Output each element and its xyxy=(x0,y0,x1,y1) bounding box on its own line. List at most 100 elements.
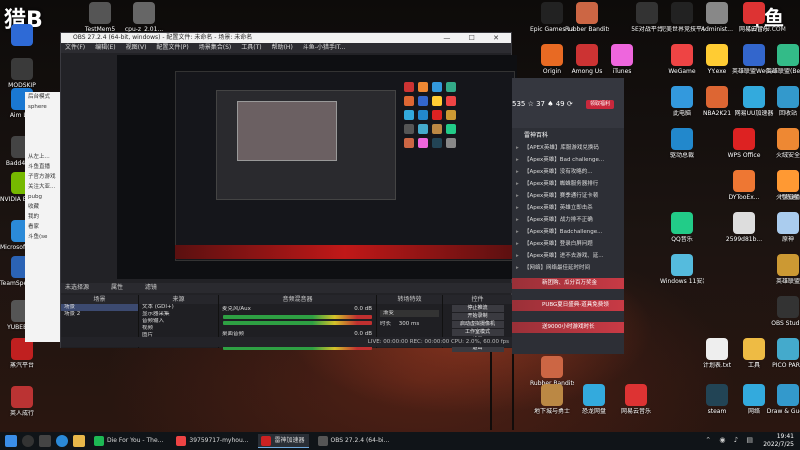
scene-item[interactable]: 场景 xyxy=(61,304,138,311)
volume-slider[interactable] xyxy=(223,321,372,325)
edge-icon[interactable] xyxy=(56,435,68,447)
tray-icons[interactable]: ⌃ ◉ ♪ ▤ xyxy=(705,436,756,444)
desktop-icon[interactable]: 代练通 xyxy=(766,170,800,201)
wiki-link[interactable]: 【Apex英雄】进不去游戏、延... xyxy=(512,250,624,262)
desktop-icon[interactable]: 回收站 xyxy=(766,86,800,117)
source-item[interactable]: 文本 (GDI+) xyxy=(139,304,218,311)
obs-window[interactable]: OBS 27.2.4 (64-bit, windows) - 配置文件: 未命名… xyxy=(60,32,517,352)
desktop-icon[interactable] xyxy=(0,24,44,48)
wiki-link[interactable]: 【Apex英雄】没有攻略的... xyxy=(512,166,624,178)
desktop-icon[interactable]: 原神 xyxy=(766,212,800,243)
obs-menu-item[interactable]: 编辑(E) xyxy=(95,43,115,53)
explorer-icon[interactable] xyxy=(73,435,85,447)
desktop-icon[interactable]: 蒸汽平台 xyxy=(0,338,44,369)
obs-menu-item[interactable]: 场景集合(S) xyxy=(199,43,232,53)
transition-type[interactable]: 渐变 xyxy=(380,310,439,317)
wiki-link[interactable]: 【Apex英雄】蜘蛛服务器排行 xyxy=(512,178,624,190)
wiki-link[interactable]: 【Apex英雄】Bad challenge... xyxy=(512,154,624,166)
wiki-link[interactable]: 【网络】网络最佳延时时间 xyxy=(512,262,624,274)
chat-list-item[interactable] xyxy=(25,122,64,132)
control-button[interactable]: 开始录制 xyxy=(451,313,504,320)
wiki-link[interactable]: 【Apex英雄】英雄立即击杀 xyxy=(512,202,624,214)
clock[interactable]: 19:41 2022/7/25 xyxy=(763,433,794,449)
chat-list-item[interactable]: pubg xyxy=(25,192,64,202)
source-item[interactable]: 音频输入 xyxy=(139,318,218,325)
filters-button[interactable]: 滤镜 xyxy=(145,283,157,293)
duration-value[interactable]: 300 ms xyxy=(399,321,419,327)
wiki-link[interactable]: 【Apex英雄】Badchallenge... xyxy=(512,226,624,238)
desktop-icon[interactable]: PICO PARK xyxy=(766,338,800,369)
obs-menu-item[interactable]: 配置文件(P) xyxy=(156,43,188,53)
chat-list-item[interactable]: 我的 xyxy=(25,212,64,222)
leishen-accelerator-window[interactable]: 535 ☆ 37 ♠ 49 ⟳ 领取福利 雷神百科 【APEX英雄】库服游戏兑换… xyxy=(512,78,624,354)
obs-menu-item[interactable]: 斗鱼-小猎手IT... xyxy=(303,43,346,53)
desktop-icon[interactable]: 2599d81b... xyxy=(722,212,766,243)
wiki-link[interactable]: 【Apex英雄】赛季通行证卡顿 xyxy=(512,190,624,202)
desktop-icon[interactable]: 地下城与勇士 xyxy=(530,384,574,415)
control-button[interactable]: 工作室模式 xyxy=(451,329,504,336)
promo-banner[interactable]: PUBG夏日盛典-道具免费领 xyxy=(512,300,624,311)
chat-list-item[interactable]: 后台模式 xyxy=(25,92,64,102)
scene-item[interactable]: 场景 2 xyxy=(61,311,138,318)
promo-banner[interactable]: 新团购、瓜分百万奖金 xyxy=(512,278,624,289)
search-icon[interactable] xyxy=(22,435,34,447)
taskbar-app[interactable]: 39759717-myhou... xyxy=(173,434,252,448)
desktop-icon[interactable]: Rubber Bandits... xyxy=(565,2,609,33)
app-icon xyxy=(541,384,563,406)
wiki-link[interactable]: 【Apex英雄】登录白屏问题 xyxy=(512,238,624,250)
desktop-icon[interactable]: OBS Studio xyxy=(766,296,800,327)
taskbar-app[interactable]: OBS 27.2.4 (64-bi... xyxy=(315,434,394,448)
task-view-icon[interactable] xyxy=(39,435,51,447)
desktop-icon[interactable]: 英雄联盟(Beta版) xyxy=(766,44,800,75)
desktop-icon[interactable]: QQ音乐 xyxy=(660,212,704,243)
obs-menu-item[interactable]: 帮助(H) xyxy=(272,43,293,53)
wiki-link[interactable]: 【Apex英雄】战力排不正确 xyxy=(512,214,624,226)
obs-menu-item[interactable]: 文件(F) xyxy=(65,43,85,53)
obs-menu-item[interactable]: 工具(T) xyxy=(241,43,261,53)
chat-list-item[interactable]: 关注大亚... xyxy=(25,182,64,192)
desktop-icon[interactable]: Rubber Bandits... xyxy=(530,356,574,387)
desktop-icon[interactable]: WPS Office xyxy=(722,128,766,159)
chat-list-item[interactable]: 看家 xyxy=(25,222,64,232)
desktop-icon[interactable]: 英人成行 xyxy=(0,386,44,417)
desktop-icon[interactable]: Draw & Guess xyxy=(766,384,800,415)
source-item[interactable]: 视频 xyxy=(139,325,218,332)
obs-titlebar[interactable]: OBS 27.2.4 (64-bit, windows) - 配置文件: 未命名… xyxy=(61,33,511,43)
chat-list-item[interactable] xyxy=(25,142,64,152)
taskbar-app[interactable]: Die For You - The... xyxy=(91,434,167,448)
source-item[interactable]: 显示器采集 xyxy=(139,311,218,318)
properties-button[interactable]: 属性 xyxy=(111,283,123,293)
wiki-link[interactable]: 【APEX英雄】库服游戏兑换码 xyxy=(512,142,624,154)
chat-list-item[interactable]: 子官方游戏 xyxy=(25,172,64,182)
desktop-icon[interactable]: DYTooEx... xyxy=(722,170,766,201)
window-controls[interactable]: — ☐ ✕ xyxy=(443,33,507,43)
chat-list-item[interactable]: 斗鱼直播 xyxy=(25,162,64,172)
desktop-icon[interactable]: TestMem5 xyxy=(78,2,122,33)
chat-side-app[interactable]: 后台模式 sphere 从左上... 斗鱼直播 子官方游戏 关注大亚... pubg 收藏 我的… xyxy=(25,92,65,342)
desktop-icon[interactable]: iTunes xyxy=(600,44,644,75)
obs-preview[interactable] xyxy=(117,55,517,279)
desktop-icon[interactable]: 英雄联盟 xyxy=(766,254,800,285)
promo-banner[interactable]: 送9000小时游戏时长 xyxy=(512,322,624,333)
taskbar-app[interactable]: 雷神加速器 xyxy=(258,434,309,448)
control-button[interactable]: 停止推流 xyxy=(451,305,504,312)
desktop-icon[interactable]: 火绒安全 xyxy=(766,128,800,159)
desktop-icon[interactable]: cpu-z_2.01... xyxy=(122,2,166,33)
control-button[interactable]: 启动虚拟摄像机 xyxy=(451,321,504,328)
start-icon[interactable] xyxy=(5,435,17,447)
desktop-icon[interactable]: MODSKIP xyxy=(0,58,44,89)
chat-list-item[interactable]: sphere xyxy=(25,102,64,112)
desktop-icon[interactable]: Windows 11安装... xyxy=(660,254,704,285)
desktop-icon[interactable]: 恐龙网盘 xyxy=(572,384,616,415)
chat-list-item[interactable]: 收藏 xyxy=(25,202,64,212)
chat-list-item[interactable] xyxy=(25,132,64,142)
claim-welfare-button[interactable]: 领取福利 xyxy=(586,100,614,109)
chat-list-item[interactable]: 斗鱼(se xyxy=(25,232,64,242)
transitions-dock-title: 转场特效 xyxy=(377,295,443,304)
desktop-icon[interactable]: 驱动总裁 xyxy=(660,128,704,159)
obs-menu-item[interactable]: 视图(V) xyxy=(126,43,147,53)
chat-list-item[interactable] xyxy=(25,112,64,122)
chat-list-item[interactable]: 从左上... xyxy=(25,152,64,162)
desktop-icon[interactable]: 网易云音乐 xyxy=(732,2,776,33)
desktop-icon[interactable]: 网易云音乐 xyxy=(614,384,658,415)
